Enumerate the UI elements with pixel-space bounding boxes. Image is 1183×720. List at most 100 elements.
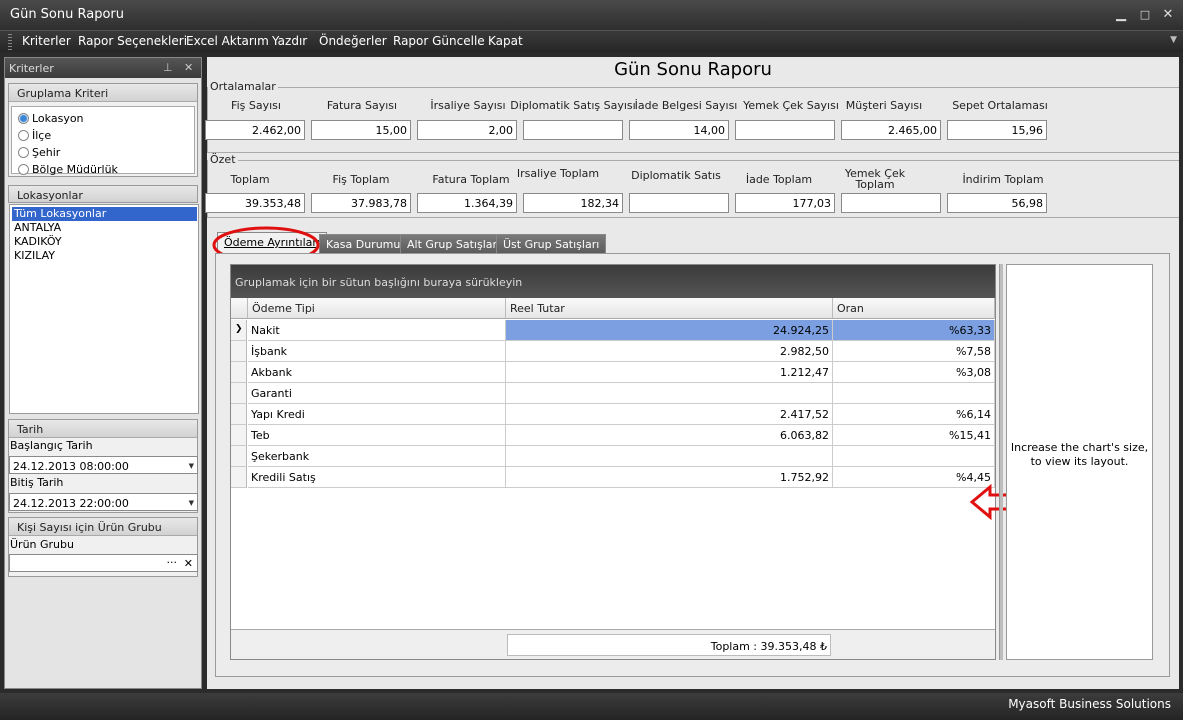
cell-oran: %15,41 xyxy=(833,425,995,446)
sum-label-fis-toplam: Fiş Toplam xyxy=(332,173,390,186)
cell-odeme-tipi: Akbank xyxy=(248,362,506,383)
column-header-oran[interactable]: Oran xyxy=(833,298,995,319)
summary-title: Özet xyxy=(208,153,238,166)
more-button[interactable]: ··· xyxy=(167,556,178,569)
table-row[interactable]: Garanti xyxy=(231,383,995,404)
title-bar: Gün Sonu Raporu ▁ □ ✕ xyxy=(0,0,1183,30)
start-date-input[interactable]: 24.12.2013 08:00:00 ▼ xyxy=(9,456,198,474)
cell-reel-tutar xyxy=(506,383,833,404)
end-date-input[interactable]: 24.12.2013 22:00:00 ▼ xyxy=(9,493,198,511)
sum-label-indirim: İndirim Toplam xyxy=(962,173,1044,186)
radio-label-bolge-mudurluk: Bölge Müdürlük xyxy=(32,163,118,176)
table-row[interactable]: İşbank 2.982,50 %7,58 xyxy=(231,341,995,362)
table-row[interactable]: Kredili Satış 1.752,92 %4,45 xyxy=(231,467,995,488)
radio-ilce[interactable] xyxy=(18,130,29,141)
sum-value-irsaliye-toplam: 182,34 xyxy=(523,193,623,213)
clear-icon[interactable]: ✕ xyxy=(184,557,193,570)
menu-rapor-secenekleri[interactable]: Rapor Seçenekleri xyxy=(78,34,187,48)
radio-label-sehir: Şehir xyxy=(32,146,61,159)
averages-title: Ortalamalar xyxy=(208,80,278,93)
product-group-title: Kişi Sayısı için Ürün Grubu xyxy=(9,518,197,536)
table-row[interactable]: Yapı Kredi 2.417,52 %6,14 xyxy=(231,404,995,425)
sum-label-toplam: Toplam xyxy=(230,173,270,186)
sum-label-iade-toplam: İade Toplam xyxy=(745,173,813,186)
tab-kasa-durumu[interactable]: Kasa Durumu xyxy=(319,234,408,253)
product-group-label: Ürün Grubu xyxy=(10,538,74,551)
tab-panel: Gruplamak için bir sütun başlığını buray… xyxy=(215,253,1170,677)
table-row[interactable]: ❯ Nakit 24.924,25 %63,33 xyxy=(231,320,995,341)
report-title: Gün Sonu Raporu xyxy=(614,59,772,80)
menu-kapat[interactable]: Kapat xyxy=(488,34,523,48)
close-panel-icon[interactable]: ✕ xyxy=(184,61,193,74)
row-indicator xyxy=(231,341,247,362)
sum-value-indirim: 56,98 xyxy=(947,193,1047,213)
cell-odeme-tipi: Kredili Satış xyxy=(248,467,506,488)
menu-rapor-guncelle[interactable]: Rapor Güncelle xyxy=(393,34,485,48)
cell-reel-tutar: 2.417,52 xyxy=(506,404,833,425)
avg-value-iade-belgesi: 14,00 xyxy=(629,120,729,140)
minimize-icon[interactable]: ▁ xyxy=(1113,7,1129,23)
avg-label-irsaliye-sayisi: İrsaliye Sayısı xyxy=(430,99,506,112)
cell-reel-tutar: 6.063,82 xyxy=(506,425,833,446)
location-item-antalya[interactable]: ANTALYA xyxy=(12,221,197,235)
row-indicator xyxy=(231,446,247,467)
payment-grid: Gruplamak için bir sütun başlığını buray… xyxy=(230,264,996,660)
cell-odeme-tipi: Teb xyxy=(248,425,506,446)
end-date-label: Bitiş Tarih xyxy=(10,476,64,489)
radio-bolge-mudurluk[interactable] xyxy=(18,164,29,175)
radio-sehir[interactable] xyxy=(18,147,29,158)
avg-label-musteri: Müşteri Sayısı xyxy=(845,99,923,112)
column-header-reel-tutar[interactable]: Reel Tutar xyxy=(506,298,833,319)
tab-ust-grup-satislari[interactable]: Üst Grup Satışları xyxy=(496,234,607,253)
chevron-down-icon[interactable]: ▼ xyxy=(189,462,194,470)
radio-lokasyon[interactable] xyxy=(18,113,29,124)
close-icon[interactable]: ✕ xyxy=(1160,7,1176,23)
group-by-panel[interactable]: Gruplamak için bir sütun başlığını buray… xyxy=(231,265,995,298)
splitter-handle[interactable] xyxy=(999,264,1003,660)
cell-reel-tutar: 1.752,92 xyxy=(506,467,833,488)
cell-oran: %63,33 xyxy=(833,320,995,341)
menu-grip xyxy=(8,34,12,50)
chevron-down-icon[interactable]: ▼ xyxy=(189,499,194,507)
tab-alt-grup-satislari[interactable]: Alt Grup Satışları xyxy=(400,234,508,253)
locations-list: Tüm Lokasyonlar ANTALYA KADIKÖY KIZILAY xyxy=(9,204,199,414)
sum-value-yemek-cek xyxy=(841,193,941,213)
chevron-down-icon[interactable]: ▼ xyxy=(1170,35,1177,45)
maximize-icon[interactable]: □ xyxy=(1137,7,1153,23)
product-group-input[interactable]: ··· ✕ xyxy=(9,554,198,572)
row-indicator xyxy=(231,404,247,425)
status-bar: Myasoft Business Solutions xyxy=(0,693,1183,720)
chart-message: Increase the chart's size, to view its l… xyxy=(1010,441,1149,468)
sum-value-diplomatik xyxy=(629,193,729,213)
criteria-panel-header: Kriterler ⊥ ✕ xyxy=(5,58,201,78)
column-header-odeme-tipi[interactable]: Ödeme Tipi xyxy=(248,298,506,319)
cell-oran: %7,58 xyxy=(833,341,995,362)
location-item-tum[interactable]: Tüm Lokasyonlar xyxy=(12,207,197,221)
pin-icon[interactable]: ⊥ xyxy=(163,61,173,74)
avg-value-sepet: 15,96 xyxy=(947,120,1047,140)
cell-oran xyxy=(833,446,995,467)
avg-value-irsaliye-sayisi: 2,00 xyxy=(417,120,517,140)
date-title: Tarih xyxy=(9,420,197,438)
menu-yazdir[interactable]: Yazdır xyxy=(272,34,307,48)
cell-oran xyxy=(833,383,995,404)
cell-odeme-tipi: İşbank xyxy=(248,341,506,362)
menu-bar: Kriterler Rapor Seçenekleri Excel Aktarı… xyxy=(0,30,1183,52)
avg-value-musteri: 2.465,00 xyxy=(841,120,941,140)
sum-value-fatura-toplam: 1.364,39 xyxy=(417,193,517,213)
table-row[interactable]: Teb 6.063,82 %15,41 xyxy=(231,425,995,446)
location-item-kizilay[interactable]: KIZILAY xyxy=(12,249,197,263)
averages-section: Ortalamalar Fiş Sayısı Fatura Sayısı İrs… xyxy=(205,80,1179,153)
row-indicator-header xyxy=(231,298,248,319)
cell-oran: %6,14 xyxy=(833,404,995,425)
cell-odeme-tipi: Yapı Kredi xyxy=(248,404,506,425)
menu-excel-aktarim[interactable]: Excel Aktarım xyxy=(186,34,269,48)
menu-kriterler[interactable]: Kriterler xyxy=(22,34,71,48)
location-item-kadikoy[interactable]: KADIKÖY xyxy=(12,235,197,249)
table-row[interactable]: Akbank 1.212,47 %3,08 xyxy=(231,362,995,383)
criteria-panel: Kriterler ⊥ ✕ Gruplama Kriteri Lokasyon … xyxy=(4,57,202,689)
menu-ondegerler[interactable]: Öndeğerler xyxy=(319,34,387,48)
start-date-value: 24.12.2013 08:00:00 xyxy=(13,460,129,473)
table-row[interactable]: Şekerbank xyxy=(231,446,995,467)
cell-odeme-tipi: Şekerbank xyxy=(248,446,506,467)
